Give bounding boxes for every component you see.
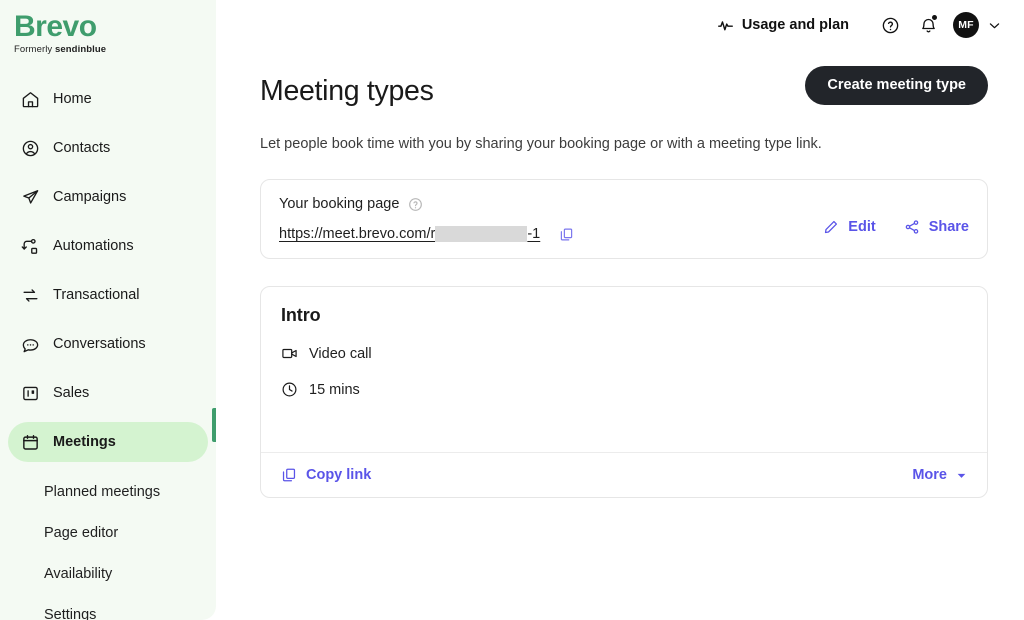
usage-and-plan-label: Usage and plan [741, 17, 849, 33]
contacts-icon [20, 138, 40, 158]
meeting-type-title: Intro [281, 305, 321, 325]
sidebar-item-campaigns[interactable]: Campaigns [8, 177, 208, 217]
usage-and-plan-button[interactable]: Usage and plan [717, 17, 849, 34]
copy-link-label: Copy link [306, 467, 372, 483]
sidebar-item-automations[interactable]: Automations [8, 226, 208, 266]
more-label: More [912, 467, 947, 483]
logo-tagline-prefix: Formerly [14, 44, 56, 55]
notifications-button[interactable] [909, 6, 947, 44]
sidebar-nav: Home Contacts Campaigns Automations Tran… [0, 79, 216, 620]
transactional-icon [20, 285, 40, 305]
activity-pulse-icon [717, 17, 734, 34]
page-content: Meeting types Create meeting type Let pe… [216, 50, 1024, 498]
sidebar-subitem-label: Settings [44, 606, 97, 620]
top-bar: Usage and plan MF [216, 0, 1024, 50]
page-subtitle: Let people book time with you by sharing… [260, 136, 822, 152]
sidebar-item-label: Meetings [53, 434, 116, 450]
avatar[interactable]: MF [953, 12, 979, 38]
sidebar-item-label: Campaigns [53, 189, 127, 205]
more-menu-button[interactable]: More [912, 467, 967, 483]
campaigns-icon [20, 187, 40, 207]
edit-label: Edit [848, 219, 876, 235]
conversations-icon [20, 334, 40, 354]
booking-url-group: https://meet.brevo.com/r -1 [279, 226, 574, 242]
booking-card-actions: Edit Share [823, 219, 969, 235]
share-label: Share [928, 219, 969, 235]
sidebar-item-contacts[interactable]: Contacts [8, 128, 208, 168]
meeting-type-duration: 15 mins [281, 381, 967, 398]
sidebar-subitem-planned-meetings[interactable]: Planned meetings [0, 471, 216, 512]
sidebar-subitem-label: Planned meetings [44, 483, 161, 500]
sidebar-item-home[interactable]: Home [8, 79, 208, 119]
meeting-type-card-body: Intro Video call 15 mins [261, 287, 987, 452]
video-camera-icon [281, 345, 298, 362]
app-window: Brevo Formerly sendinblue Home Contacts [0, 0, 1024, 620]
account-menu-button[interactable] [987, 18, 1002, 33]
automations-icon [20, 236, 40, 256]
sidebar-item-label: Transactional [53, 287, 140, 303]
brevo-logo[interactable]: Brevo Formerly sendinblue [0, 0, 216, 56]
chevron-down-icon [987, 18, 1002, 33]
sidebar-item-label: Automations [53, 238, 134, 254]
sidebar-item-conversations[interactable]: Conversations [8, 324, 208, 364]
meeting-type-mode: Video call [281, 345, 967, 362]
booking-url-redaction [435, 226, 528, 242]
booking-url-link[interactable]: https://meet.brevo.com/r [279, 226, 435, 242]
help-button[interactable] [871, 6, 909, 44]
clock-icon [281, 381, 298, 398]
sidebar-item-label: Home [53, 91, 92, 107]
logo-wordmark: Brevo [14, 10, 97, 43]
share-booking-page-button[interactable]: Share [904, 219, 969, 235]
copy-icon [559, 227, 574, 242]
sidebar-subitem-label: Page editor [44, 524, 119, 541]
sidebar-subitem-page-editor[interactable]: Page editor [0, 512, 216, 553]
sidebar-item-label: Contacts [53, 140, 111, 156]
booking-url-suffix[interactable]: -1 [527, 226, 540, 242]
meetings-calendar-icon [20, 432, 40, 452]
meeting-type-duration-label: 15 mins [309, 381, 360, 398]
edit-booking-page-button[interactable]: Edit [823, 219, 876, 235]
page-header: Meeting types Create meeting type [260, 66, 988, 108]
meeting-type-card: Intro Video call 15 mins Copy link More [260, 286, 988, 498]
meeting-type-mode-label: Video call [309, 345, 372, 362]
booking-page-label: Your booking page [279, 196, 400, 212]
notification-dot [932, 15, 937, 20]
sales-icon [20, 383, 40, 403]
booking-page-card-body: Your booking page https://meet.brevo.com… [261, 180, 987, 258]
main-content: Usage and plan MF Meeting types Create m… [216, 0, 1024, 620]
copy-booking-url-button[interactable] [559, 227, 574, 242]
help-circle-icon[interactable] [408, 197, 423, 212]
booking-page-card: Your booking page https://meet.brevo.com… [260, 179, 988, 259]
sidebar-item-sales[interactable]: Sales [8, 373, 208, 413]
copy-icon [281, 467, 297, 483]
sidebar-subitem-availability[interactable]: Availability [0, 553, 216, 594]
sidebar-subnav-meetings: Planned meetings Page editor Availabilit… [0, 471, 216, 620]
logo-tagline-bold: sendinblue [55, 44, 107, 55]
card-spacer [281, 398, 967, 432]
sidebar-subitem-label: Availability [44, 565, 113, 582]
sidebar: Brevo Formerly sendinblue Home Contacts [0, 0, 216, 620]
copy-link-button[interactable]: Copy link [281, 467, 371, 483]
help-circle-icon [881, 16, 900, 35]
create-meeting-type-button[interactable]: Create meeting type [805, 66, 988, 105]
sidebar-item-transactional[interactable]: Transactional [8, 275, 208, 315]
logo-tagline: Formerly sendinblue [14, 44, 216, 55]
page-title: Meeting types [260, 75, 434, 107]
meeting-type-card-footer: Copy link More [261, 452, 987, 497]
home-icon [20, 89, 40, 109]
pencil-icon [823, 219, 839, 235]
booking-page-label-row: Your booking page [279, 196, 969, 212]
sidebar-item-meetings[interactable]: Meetings [8, 422, 208, 462]
sidebar-subitem-settings[interactable]: Settings [0, 594, 216, 620]
booking-url-row: https://meet.brevo.com/r -1 Edit Share [279, 212, 969, 242]
share-nodes-icon [904, 219, 920, 235]
caret-down-icon [956, 470, 967, 481]
sidebar-item-label: Conversations [53, 336, 146, 352]
sidebar-item-label: Sales [53, 385, 90, 401]
avatar-initials: MF [958, 19, 974, 31]
